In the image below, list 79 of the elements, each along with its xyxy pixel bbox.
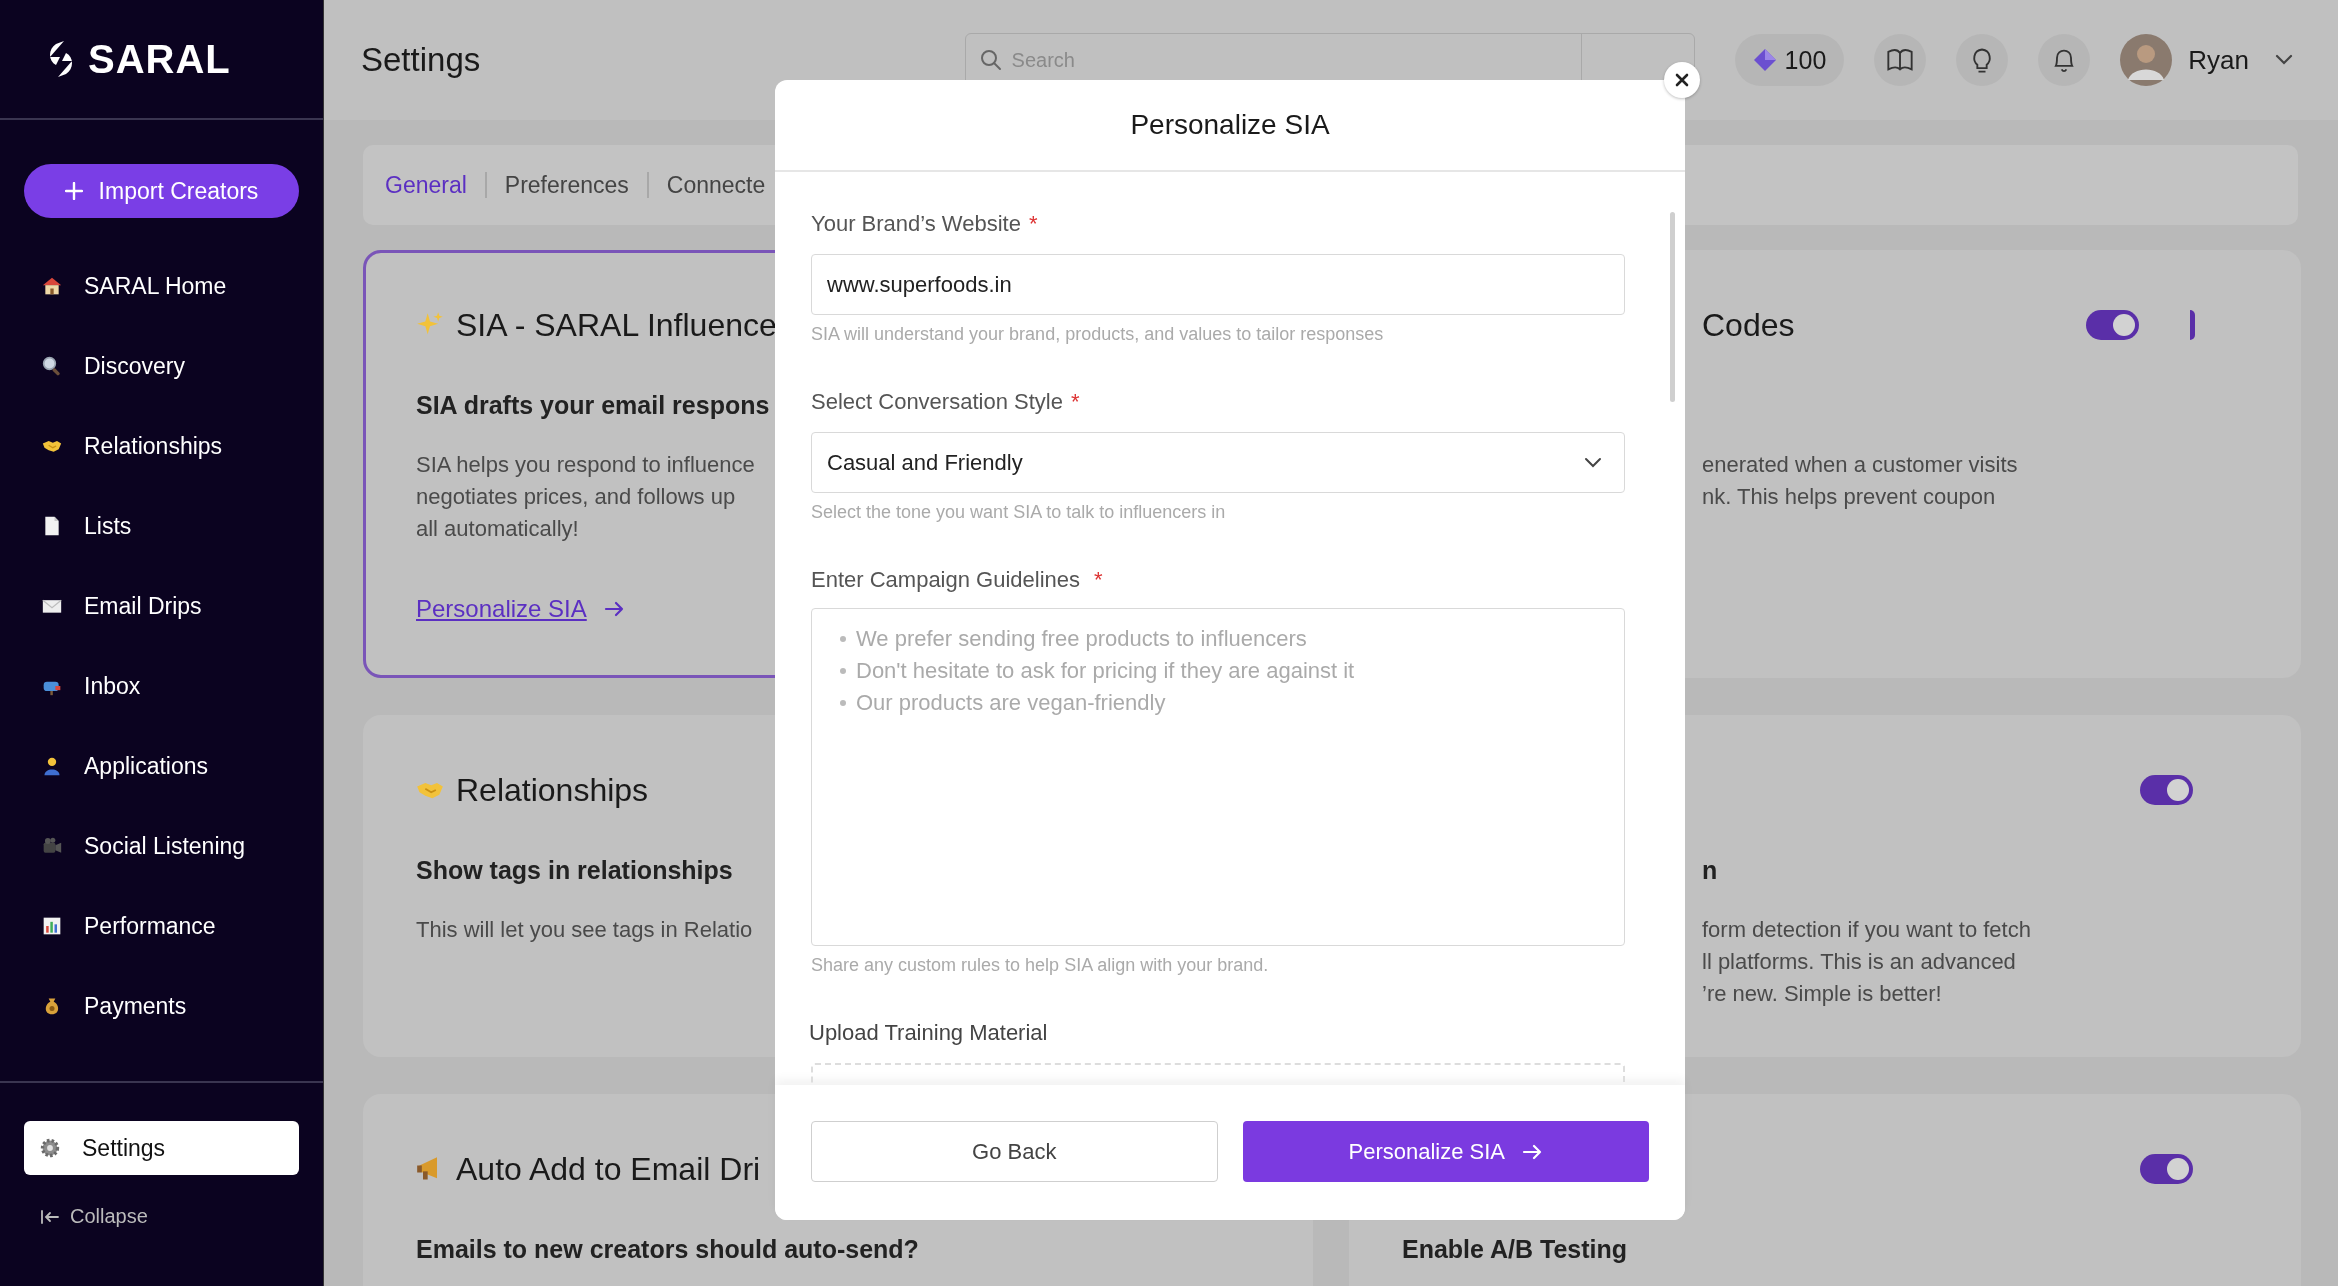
user-name: Ryan [2188, 44, 2249, 76]
card-title: Relationships [456, 771, 649, 809]
sidebar-item[interactable]: Payments [0, 966, 323, 1046]
sidebar-item[interactable]: Social Listening [0, 806, 323, 886]
placeholder-text: Don't hesitate to ask for pricing if they are against it [856, 658, 1355, 684]
field-label: Your Brand’s Website [811, 210, 1021, 238]
description-text: all automatically! [416, 515, 579, 543]
plus-icon [64, 182, 83, 200]
house-icon [42, 276, 62, 296]
bullet-icon [840, 700, 846, 706]
description-text: nk. This helps prevent coupon [1702, 483, 1996, 511]
placeholder-text: We prefer sending free products to influencers [856, 626, 1307, 652]
book-icon [1886, 46, 1915, 74]
description-text: ll platforms. This is an advanced [1702, 948, 2016, 976]
sidebar-item[interactable]: Inbox [0, 646, 323, 726]
bullet-icon [840, 668, 846, 674]
sidebar-item[interactable]: Discovery [0, 326, 323, 406]
dropdown[interactable]: Casual and Friendly [811, 432, 1625, 493]
chevron-down-icon[interactable] [2275, 54, 2293, 66]
field-label: Select Conversation Style [811, 388, 1063, 416]
back-button[interactable]: Go Back [811, 1121, 1218, 1182]
card-title: Auto Add to Email Dri [456, 1150, 761, 1188]
sidebar-item[interactable]: Applications [0, 726, 323, 806]
toggle-switch[interactable] [2086, 310, 2139, 340]
sidebar-item[interactable]: Lists [0, 486, 323, 566]
close-icon [1675, 73, 1689, 87]
tab[interactable]: Preferences [504, 171, 629, 199]
description-text: SIA helps you respond to influence [416, 451, 755, 479]
card-subtitle: Show tags in relationships [416, 855, 733, 886]
gear-icon [40, 1138, 60, 1158]
bar-chart-icon [42, 916, 62, 936]
logo-text: SARAL [88, 36, 231, 82]
toggle-switch[interactable] [2140, 775, 2193, 805]
toggle-edge[interactable] [2190, 310, 2195, 340]
card-subtitle: n [1702, 855, 1718, 886]
camera-icon [42, 836, 62, 856]
sidebar-item[interactable]: Performance [0, 886, 323, 966]
sidebar-item[interactable]: Relationships [0, 406, 323, 486]
search-icon [979, 49, 1002, 71]
description-text: form detection if you want to fetch [1702, 916, 2031, 944]
description-text: ’re new. Simple is better! [1702, 980, 1942, 1008]
description-text: enerated when a customer visits [1702, 451, 2018, 479]
document-icon [42, 516, 62, 536]
chevron-down-icon [1584, 456, 1602, 469]
card-title: SIA - SARAL Influence [456, 306, 777, 344]
collapse-icon [40, 1208, 60, 1225]
field-label: Enter Campaign Guidelines [811, 566, 1081, 594]
help-text: Share any custom rules to help SIA align with your brand. [811, 954, 1270, 976]
required-mark: * [1094, 566, 1103, 594]
help-text: SIA will understand your brand, products, and values to tailor responses [811, 323, 1385, 345]
avatar[interactable] [2120, 34, 2173, 86]
person-icon [42, 756, 62, 776]
sidebar-item[interactable]: Email Drips [0, 566, 323, 646]
sidebar-item[interactable]: SARAL Home [0, 246, 323, 326]
sidebar-item[interactable]: Settings [24, 1121, 299, 1175]
tab[interactable]: General [385, 171, 467, 199]
help-text: Select the tone you want SIA to talk to influencers in [811, 501, 1227, 523]
description-text: This will let you see tags in Relatio [416, 916, 753, 944]
credits-badge[interactable]: 100 [1734, 34, 1845, 86]
description-text: negotiates prices, and follows up [416, 483, 736, 511]
required-mark: * [1070, 388, 1080, 416]
collapse-button[interactable]: Collapse [24, 1175, 299, 1228]
tab[interactable]: Connecte [666, 171, 766, 199]
diamond-icon [1752, 48, 1777, 72]
toggle-switch[interactable] [2140, 1154, 2193, 1184]
magnifier-icon [42, 356, 62, 376]
bullet-icon [840, 636, 846, 642]
arrow-right-icon [602, 599, 625, 619]
placeholder-text: Our products are vegan-friendly [856, 690, 1166, 716]
card-subtitle: Enable A/B Testing [1402, 1234, 1628, 1265]
card-subtitle: SIA drafts your email respons [416, 390, 770, 421]
text-input[interactable]: www.superfoods.in [811, 254, 1625, 315]
personalize-button[interactable]: Personalize SIA [1242, 1121, 1649, 1182]
card-subtitle: Emails to new creators should auto-send? [416, 1234, 919, 1265]
field-label: Upload Training Material [809, 1019, 1048, 1047]
required-mark: * [1028, 210, 1038, 238]
import-button[interactable]: Import Creators [24, 164, 299, 218]
card-title: Codes [1702, 306, 1795, 344]
page-title: Settings [361, 41, 481, 79]
